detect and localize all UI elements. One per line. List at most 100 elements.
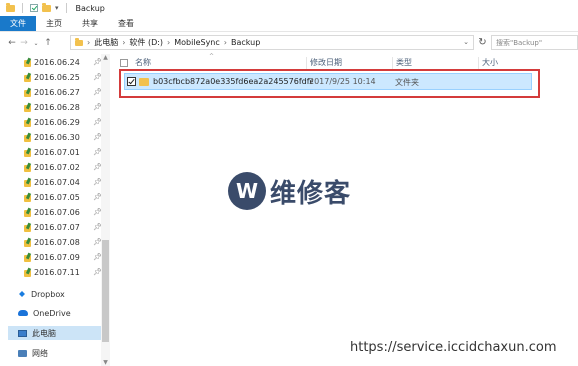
- nav-location-label: OneDrive: [33, 308, 71, 318]
- nav-folder[interactable]: 2016.06.24 📌︎: [24, 55, 102, 69]
- nav-folder[interactable]: 2016.06.25 📌︎: [24, 70, 102, 84]
- watermark-logo: W: [228, 172, 266, 210]
- select-all-checkbox[interactable]: [120, 59, 128, 67]
- nav-folder[interactable]: 2016.07.01 📌︎: [24, 145, 102, 159]
- folder-icon: [24, 163, 31, 172]
- nav-folder-label: 2016.06.29: [34, 117, 80, 127]
- nav-folder[interactable]: 2016.06.28 📌︎: [24, 100, 102, 114]
- folder-icon: [24, 238, 31, 247]
- nav-folder-label: 2016.06.30: [34, 132, 80, 142]
- row-checkbox[interactable]: [127, 77, 136, 86]
- breadcrumb-mobilesync[interactable]: MobileSync: [174, 38, 220, 47]
- file-name: b03cfbcb872a0e335fd6ea2a245576fdfef...: [153, 77, 313, 86]
- folder-icon: [24, 73, 31, 82]
- nav-location-label: 此电脑: [32, 328, 56, 338]
- address-row: ← → ⌄ ↑ › 此电脑 › 软件 (D:) › MobileSync › B…: [0, 33, 578, 53]
- pc-icon: [18, 329, 27, 337]
- tab-view[interactable]: 查看: [108, 16, 144, 31]
- nav-folder-label: 2016.07.02: [34, 162, 80, 172]
- folder-icon: [24, 223, 31, 232]
- nav-folder[interactable]: 2016.07.09 📌︎: [24, 250, 102, 264]
- breadcrumb-this-pc[interactable]: 此电脑: [94, 37, 118, 48]
- column-headers: ^ 名称 修改日期 类型 大小: [112, 53, 578, 70]
- folder-icon: [24, 148, 31, 157]
- file-row[interactable]: b03cfbcb872a0e335fd6ea2a245576fdfef... 2…: [124, 73, 532, 90]
- up-icon[interactable]: ↑: [42, 38, 54, 48]
- scrollbar-thumb[interactable]: [102, 240, 109, 342]
- network-icon: [18, 349, 27, 357]
- watermark: W 维修客: [228, 172, 351, 210]
- address-dropdown-icon[interactable]: ⌄: [463, 38, 469, 46]
- nav-folder[interactable]: 2016.06.30 📌︎: [24, 130, 102, 144]
- customize-toolbar-icon[interactable]: ▾: [55, 4, 59, 12]
- window-title: Backup: [75, 3, 105, 13]
- folder-icon: [24, 88, 31, 97]
- nav-folder-label: 2016.06.24: [34, 57, 80, 67]
- forward-icon[interactable]: →: [18, 38, 30, 48]
- properties-icon[interactable]: [30, 4, 38, 12]
- file-date: 2017/9/25 10:14: [309, 77, 376, 86]
- breadcrumb-backup[interactable]: Backup: [231, 38, 260, 47]
- column-type[interactable]: 类型: [392, 57, 412, 69]
- nav-folder[interactable]: 2016.07.02 📌︎: [24, 160, 102, 174]
- file-type: 文件夹: [395, 78, 419, 87]
- nav-dropbox[interactable]: Dropbox: [18, 287, 104, 301]
- nav-folder[interactable]: 2016.07.05 📌︎: [24, 190, 102, 204]
- dropbox-icon: [18, 290, 26, 298]
- tab-file[interactable]: 文件: [0, 16, 36, 31]
- breadcrumb-separator: ›: [223, 38, 227, 47]
- nav-location-label: 网络: [32, 348, 48, 358]
- nav-folder[interactable]: 2016.07.06 📌︎: [24, 205, 102, 219]
- nav-folder[interactable]: 2016.06.29 📌︎: [24, 115, 102, 129]
- column-name[interactable]: 名称: [132, 57, 151, 69]
- refresh-icon[interactable]: ↻: [476, 35, 489, 50]
- folder-icon: [24, 118, 31, 127]
- back-icon[interactable]: ←: [6, 38, 18, 48]
- nav-onedrive[interactable]: OneDrive: [18, 306, 104, 320]
- nav-folder[interactable]: 2016.06.27 📌︎: [24, 85, 102, 99]
- location-icon: [75, 37, 83, 46]
- title-bar: ▾ Backup: [0, 0, 578, 16]
- recent-locations-icon[interactable]: ⌄: [30, 40, 42, 47]
- nav-folder-label: 2016.06.25: [34, 72, 80, 82]
- nav-folder-label: 2016.07.06: [34, 207, 80, 217]
- folder-icon: [24, 133, 31, 142]
- scroll-down-icon[interactable]: ▼: [101, 359, 110, 366]
- folder-icon: [24, 193, 31, 202]
- file-list: ^ 名称 修改日期 类型 大小 b03cfbcb872a0e335fd6ea2a…: [112, 53, 578, 366]
- nav-folder-label: 2016.06.27: [34, 87, 80, 97]
- nav-folder[interactable]: 2016.07.04 📌︎: [24, 175, 102, 189]
- column-size[interactable]: 大小: [478, 57, 498, 69]
- nav-scrollbar[interactable]: ▲ ▼: [101, 54, 110, 366]
- watermark-text: 维修客: [270, 178, 352, 209]
- nav-folder-label: 2016.07.09: [34, 252, 80, 262]
- folder-icon: [24, 268, 31, 277]
- address-bar[interactable]: › 此电脑 › 软件 (D:) › MobileSync › Backup ⌄: [70, 35, 474, 50]
- onedrive-icon: [18, 310, 28, 316]
- divider: [22, 3, 23, 13]
- tab-home[interactable]: 主页: [36, 16, 72, 31]
- navigation-pane: 2016.06.24 📌︎ 2016.06.25 📌︎ 2016.06.27 📌︎ 2…: [0, 54, 110, 366]
- folder-icon: [24, 58, 31, 67]
- search-input[interactable]: 搜索"Backup": [491, 35, 578, 50]
- nav-folder-label: 2016.07.07: [34, 222, 80, 232]
- nav-folder[interactable]: 2016.07.11 📌︎: [24, 265, 102, 279]
- folder-icon: [6, 2, 15, 12]
- breadcrumb-separator: ›: [167, 38, 171, 47]
- nav-folder-label: 2016.06.28: [34, 102, 80, 112]
- nav-folder[interactable]: 2016.07.08 📌︎: [24, 235, 102, 249]
- breadcrumb-drive-d[interactable]: 软件 (D:): [129, 37, 163, 48]
- search-placeholder: 搜索"Backup": [496, 38, 543, 47]
- nav-location-label: Dropbox: [31, 289, 65, 299]
- nav-folder[interactable]: 2016.07.07 📌︎: [24, 220, 102, 234]
- folder-icon: [24, 103, 31, 112]
- nav-this-pc[interactable]: 此电脑: [8, 326, 102, 340]
- nav-network[interactable]: 网络: [18, 346, 104, 360]
- tab-share[interactable]: 共享: [72, 16, 108, 31]
- column-date-modified[interactable]: 修改日期: [306, 57, 342, 69]
- sort-arrow-icon: ^: [209, 53, 215, 60]
- nav-folder-label: 2016.07.08: [34, 237, 80, 247]
- new-folder-icon[interactable]: [42, 2, 51, 12]
- scroll-up-icon[interactable]: ▲: [101, 54, 110, 61]
- breadcrumb-separator: ›: [122, 38, 126, 47]
